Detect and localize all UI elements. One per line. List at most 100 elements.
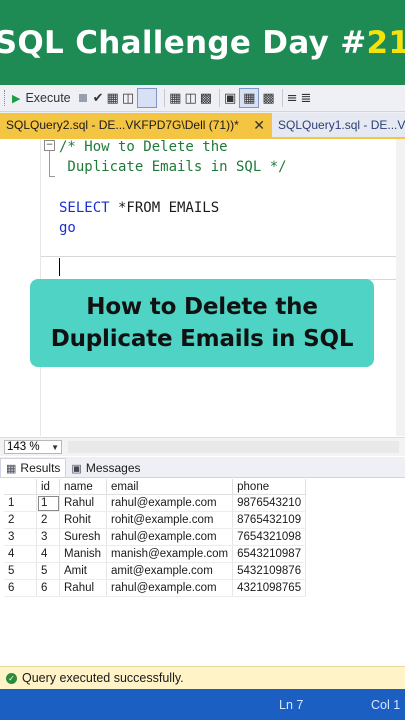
caption-overlay: How to Delete the Duplicate Emails in SQ… <box>30 279 374 367</box>
grid-icon: ▦ <box>6 462 17 475</box>
result-tabs: ▦ Results ▣ Messages <box>0 457 405 478</box>
cell-id[interactable]: 1 <box>36 494 60 512</box>
execute-button[interactable]: ▶ Execute <box>12 91 71 105</box>
zoom-select[interactable]: 143 % ▼ <box>4 440 62 454</box>
select-rest: *FROM EMAILS <box>109 200 220 216</box>
row-number[interactable]: 5 <box>4 562 37 580</box>
parse-checkmark-icon[interactable]: ✔ <box>93 88 104 108</box>
toolbar-separator <box>219 89 221 107</box>
editor-vertical-scrollbar[interactable] <box>396 139 405 436</box>
results-to-grid-active-icon[interactable]: ▦ <box>239 88 260 108</box>
cell-name[interactable]: Manish <box>59 545 107 563</box>
row-number[interactable]: 1 <box>4 494 37 512</box>
column-header-name[interactable]: name <box>59 479 107 495</box>
column-header-email[interactable]: email <box>106 479 234 495</box>
cell-email[interactable]: manish@example.com <box>106 545 234 563</box>
caption-line-2: Duplicate Emails in SQL <box>50 326 354 352</box>
cell-id[interactable]: 2 <box>36 511 60 529</box>
success-check-icon: ✓ <box>6 672 17 684</box>
cell-phone[interactable]: 6543210987 <box>232 545 307 563</box>
row-number[interactable]: 3 <box>4 528 37 546</box>
cell-name[interactable]: Suresh <box>59 528 107 546</box>
document-tabs: SQLQuery2.sql - DE...VKFPD7G\Dell (71))*… <box>0 112 405 139</box>
cell-phone[interactable]: 8765432109 <box>232 511 307 529</box>
text-caret <box>59 258 60 276</box>
tab-sqlquery1[interactable]: SQLQuery1.sql - DE...VK <box>272 113 405 137</box>
live-stats-icon[interactable]: ▦ <box>169 88 181 108</box>
cell-id[interactable]: 3 <box>36 528 60 546</box>
message-icon: ▣ <box>71 462 82 475</box>
editor-horizontal-scrollbar[interactable] <box>68 441 399 453</box>
code-line-comment-2: Duplicate Emails in SQL */ <box>59 159 287 175</box>
cell-phone[interactable]: 5432109876 <box>232 562 307 580</box>
tab-sqlquery2[interactable]: SQLQuery2.sql - DE...VKFPD7G\Dell (71))*… <box>0 113 272 137</box>
query-options-icon[interactable]: ◫ <box>122 88 134 108</box>
cell-name[interactable]: Rahul <box>59 579 107 597</box>
current-line-highlight <box>41 256 405 280</box>
row-number-header[interactable] <box>4 479 37 495</box>
toolbar-separator <box>281 89 283 107</box>
banner-day-number: 21 <box>366 24 405 61</box>
execute-label: Execute <box>25 91 71 105</box>
tab-messages[interactable]: ▣ Messages <box>66 459 145 477</box>
comment-lines-icon[interactable]: ≡ <box>287 88 298 108</box>
table-row[interactable]: 4 4 Manish manish@example.com 6543210987 <box>4 545 307 563</box>
code-line-select: SELECT *FROM EMAILS <box>59 200 219 216</box>
display-plan-icon[interactable]: ▦ <box>107 88 119 108</box>
chevron-down-icon: ▼ <box>51 442 59 452</box>
cell-name[interactable]: Rahul <box>59 494 107 512</box>
column-header-phone[interactable]: phone <box>232 479 307 495</box>
code-line-go: go <box>59 220 76 236</box>
query-status-bar: ✓ Query executed successfully. <box>0 666 405 689</box>
column-header-id[interactable]: id <box>36 479 60 495</box>
cell-email[interactable]: amit@example.com <box>106 562 234 580</box>
cell-name[interactable]: Rohit <box>59 511 107 529</box>
line-indicator: Ln 7 <box>279 698 304 712</box>
cell-email[interactable]: rohit@example.com <box>106 511 234 529</box>
banner-title-text: SQL Challenge Day # <box>0 24 367 61</box>
results-to-file-icon[interactable]: ▩ <box>262 88 274 108</box>
results-table: id name email phone 1 1 Rahul rahul@exam… <box>4 479 307 597</box>
tab-label: SQLQuery1.sql - DE...VK <box>278 118 405 132</box>
table-header-row: id name email phone <box>4 479 307 495</box>
collapse-toggle-icon[interactable]: − <box>44 140 55 151</box>
zoom-value: 143 % <box>7 441 40 453</box>
banner-title: SQL Challenge Day #21 <box>0 25 405 61</box>
editor-status-bar: Ln 7 Col 1 <box>0 689 405 720</box>
table-row[interactable]: 2 2 Rohit rohit@example.com 8765432109 <box>4 511 307 529</box>
tab-label: SQLQuery2.sql - DE...VKFPD7G\Dell (71))* <box>6 118 239 132</box>
table-row[interactable]: 1 1 Rahul rahul@example.com 9876543210 <box>4 494 307 512</box>
outline-guide <box>49 151 50 177</box>
table-row[interactable]: 6 6 Rahul rahul@example.com 4321098765 <box>4 579 307 597</box>
cell-name[interactable]: Amit <box>59 562 107 580</box>
cell-phone[interactable]: 4321098765 <box>232 579 307 597</box>
table-row[interactable]: 5 5 Amit amit@example.com 5432109876 <box>4 562 307 580</box>
row-number[interactable]: 6 <box>4 579 37 597</box>
table-row[interactable]: 3 3 Suresh rahul@example.com 7654321098 <box>4 528 307 546</box>
stop-icon[interactable] <box>78 94 87 102</box>
row-number[interactable]: 2 <box>4 511 37 529</box>
keyword-select: SELECT <box>59 200 110 216</box>
title-banner: SQL Challenge Day #21 <box>0 0 405 85</box>
include-plan-icon[interactable]: ▩ <box>200 88 212 108</box>
cell-phone[interactable]: 9876543210 <box>232 494 307 512</box>
cell-email[interactable]: rahul@example.com <box>106 494 234 512</box>
cell-email[interactable]: rahul@example.com <box>106 528 234 546</box>
row-number[interactable]: 4 <box>4 545 37 563</box>
tab-messages-label: Messages <box>85 461 141 475</box>
results-to-text-icon[interactable]: ▣ <box>224 88 236 108</box>
cell-id[interactable]: 4 <box>36 545 60 563</box>
caption-line-1: How to Delete the <box>86 294 318 320</box>
toolbar-grip[interactable] <box>4 90 8 106</box>
cell-id[interactable]: 5 <box>36 562 60 580</box>
cell-phone[interactable]: 7654321098 <box>232 528 307 546</box>
tab-results[interactable]: ▦ Results <box>0 458 67 477</box>
query-toolbar: ▶ Execute ✔ ▦ ◫ ▦ ◫ ▩ ▣ ▦ ▩ ≡ ≣ <box>0 85 405 112</box>
client-stats-icon[interactable]: ◫ <box>184 88 196 108</box>
close-icon[interactable]: ✕ <box>247 117 268 134</box>
cell-id[interactable]: 6 <box>36 579 60 597</box>
zoom-bar: 143 % ▼ <box>0 437 405 456</box>
results-to-grid-icon[interactable] <box>137 88 158 108</box>
uncomment-lines-icon[interactable]: ≣ <box>301 88 312 108</box>
cell-email[interactable]: rahul@example.com <box>106 579 234 597</box>
